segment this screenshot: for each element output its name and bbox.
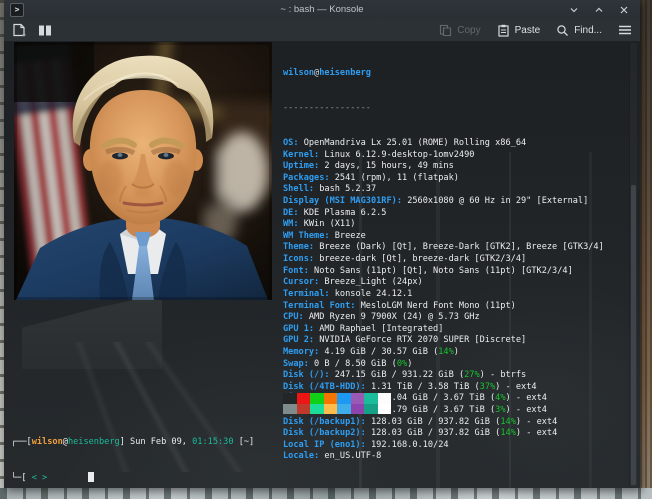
- palette-swatch: [378, 404, 392, 415]
- fastfetch-line: Swap: 0 B / 8.50 GiB (0%): [283, 359, 604, 371]
- titlebar[interactable]: > ~ : bash — Konsole: [4, 0, 640, 20]
- palette-swatch: [351, 393, 365, 404]
- maximize-icon: [594, 5, 604, 15]
- fastfetch-line: Local IP (eno1): 192.168.0.10/24: [283, 440, 604, 452]
- fastfetch-line: Display (MSI MAG301RF): 2560x1080 @ 60 H…: [283, 196, 604, 208]
- fastfetch-line: Shell: bash 5.2.37: [283, 184, 604, 196]
- desktop-wallpaper-bottom: [0, 488, 652, 499]
- hamburger-menu-icon: [618, 24, 632, 36]
- close-icon: [619, 5, 629, 15]
- prompt-line-1: ┌──[wilson@heisenberg] Sun Feb 09, 01:15…: [11, 437, 254, 449]
- new-tab-button[interactable]: [12, 23, 27, 37]
- fastfetch-line: Disk (/4TB-HDD): 1.31 TiB / 3.58 TiB (37…: [283, 382, 604, 394]
- palette-swatch: [364, 393, 378, 404]
- fastfetch-line: GPU 1: AMD Raphael [Integrated]: [283, 324, 604, 336]
- fastfetch-line: Uptime: 2 days, 15 hours, 49 mins: [283, 161, 604, 173]
- fastfetch-title: wilson@heisenberg: [283, 68, 604, 80]
- fastfetch-line: Disk (/backup2): 128.03 GiB / 937.82 GiB…: [283, 428, 604, 440]
- fastfetch-line: Terminal Font: MesloLGM Nerd Font Mono (…: [283, 301, 604, 313]
- prompt-time: 01:15:30: [192, 437, 233, 447]
- prompt-line-2: └─[ < >: [11, 472, 254, 485]
- konsole-window: > ~ : bash — Konsole: [4, 0, 640, 488]
- paste-icon: [497, 24, 510, 37]
- fastfetch-line: DE: KDE Plasma 6.2.5: [283, 208, 604, 220]
- find-button[interactable]: Find...: [556, 24, 602, 37]
- background-house-silhouette: [22, 294, 162, 369]
- palette-swatch: [324, 404, 338, 415]
- prompt-host: heisenberg: [68, 437, 120, 447]
- fastfetch-line: OS: OpenMandriva Lx 25.01 (ROME) Rolling…: [283, 138, 604, 150]
- fastfetch-line: Kernel: Linux 6.12.9-desktop-1omv2490: [283, 150, 604, 162]
- minimize-icon: [569, 5, 579, 15]
- palette-swatch: [283, 404, 297, 415]
- palette-swatch: [310, 393, 324, 404]
- fastfetch-line: Locale: en_US.UTF-8: [283, 451, 604, 463]
- palette-swatch: [297, 404, 311, 415]
- fastfetch-separator: -----------------: [283, 103, 604, 115]
- terminal-cursor[interactable]: [88, 472, 94, 482]
- fastfetch-line: Font: Noto Sans (11pt) [Qt], Noto Sans (…: [283, 266, 604, 278]
- fastfetch-user: wilson: [283, 68, 314, 78]
- menu-button[interactable]: [618, 24, 632, 36]
- palette-swatch: [310, 404, 324, 415]
- terminal-color-palette: [283, 393, 391, 414]
- fastfetch-output: wilson@heisenberg ----------------- OS: …: [283, 45, 604, 486]
- fastfetch-line: Cursor: Breeze_Light (24px): [283, 277, 604, 289]
- fastfetch-line: Disk (/): 247.15 GiB / 931.22 GiB (27%) …: [283, 370, 604, 382]
- fastfetch-line: WM Theme: Breeze: [283, 231, 604, 243]
- prompt-arrows: < >: [32, 473, 48, 483]
- trump-portrait-image: [14, 42, 272, 300]
- find-label: Find...: [574, 25, 602, 36]
- palette-swatch: [283, 393, 297, 404]
- shell-prompt: ┌──[wilson@heisenberg] Sun Feb 09, 01:15…: [11, 414, 254, 488]
- terminal-viewport[interactable]: wilson@heisenberg ----------------- OS: …: [4, 42, 640, 488]
- new-tab-icon: [12, 23, 27, 37]
- fastfetch-line: Icons: breeze-dark [Qt], breeze-dark [GT…: [283, 254, 604, 266]
- palette-row-normal: [283, 393, 391, 404]
- palette-swatch: [364, 404, 378, 415]
- palette-swatch: [351, 404, 365, 415]
- fastfetch-host: heisenberg: [319, 68, 371, 78]
- fastfetch-line: CPU: AMD Ryzen 9 7900X (24) @ 5.73 GHz: [283, 312, 604, 324]
- palette-swatch: [324, 393, 338, 404]
- window-title: ~ : bash — Konsole: [4, 0, 640, 19]
- fastfetch-line: WM: KWin (X11): [283, 219, 604, 231]
- minimize-button[interactable]: [568, 4, 580, 16]
- copy-icon: [439, 24, 452, 37]
- split-view-icon: [38, 24, 52, 37]
- split-view-button[interactable]: [38, 24, 52, 37]
- palette-swatch: [378, 393, 392, 404]
- palette-swatch: [297, 393, 311, 404]
- fastfetch-line: Memory: 4.19 GiB / 30.57 GiB (14%): [283, 347, 604, 359]
- desktop-wallpaper-right: [640, 0, 652, 499]
- palette-row-bright: [283, 404, 391, 415]
- fastfetch-line: Disk (/backup1): 128.03 GiB / 937.82 GiB…: [283, 417, 604, 429]
- paste-button[interactable]: Paste: [497, 24, 541, 37]
- fastfetch-line: GPU 2: NVIDIA GeForce RTX 2070 SUPER [Di…: [283, 335, 604, 347]
- copy-label: Copy: [457, 25, 480, 36]
- search-icon: [556, 24, 569, 37]
- fastfetch-entries: OS: OpenMandriva Lx 25.01 (ROME) Rolling…: [283, 138, 604, 463]
- scrollbar[interactable]: [629, 43, 637, 486]
- paste-label: Paste: [515, 25, 541, 36]
- fastfetch-line: Theme: Breeze (Dark) [Qt], Breeze-Dark […: [283, 242, 604, 254]
- fastfetch-line: Terminal: konsole 24.12.1: [283, 289, 604, 301]
- palette-swatch: [337, 404, 351, 415]
- scrollbar-thumb[interactable]: [631, 185, 636, 485]
- toolbar: Copy Paste Find...: [4, 19, 640, 42]
- maximize-button[interactable]: [593, 4, 605, 16]
- palette-swatch: [337, 393, 351, 404]
- copy-button[interactable]: Copy: [439, 24, 480, 37]
- close-button[interactable]: [618, 4, 630, 16]
- prompt-user: wilson: [32, 437, 63, 447]
- fastfetch-line: Packages: 2541 (rpm), 11 (flatpak): [283, 173, 604, 185]
